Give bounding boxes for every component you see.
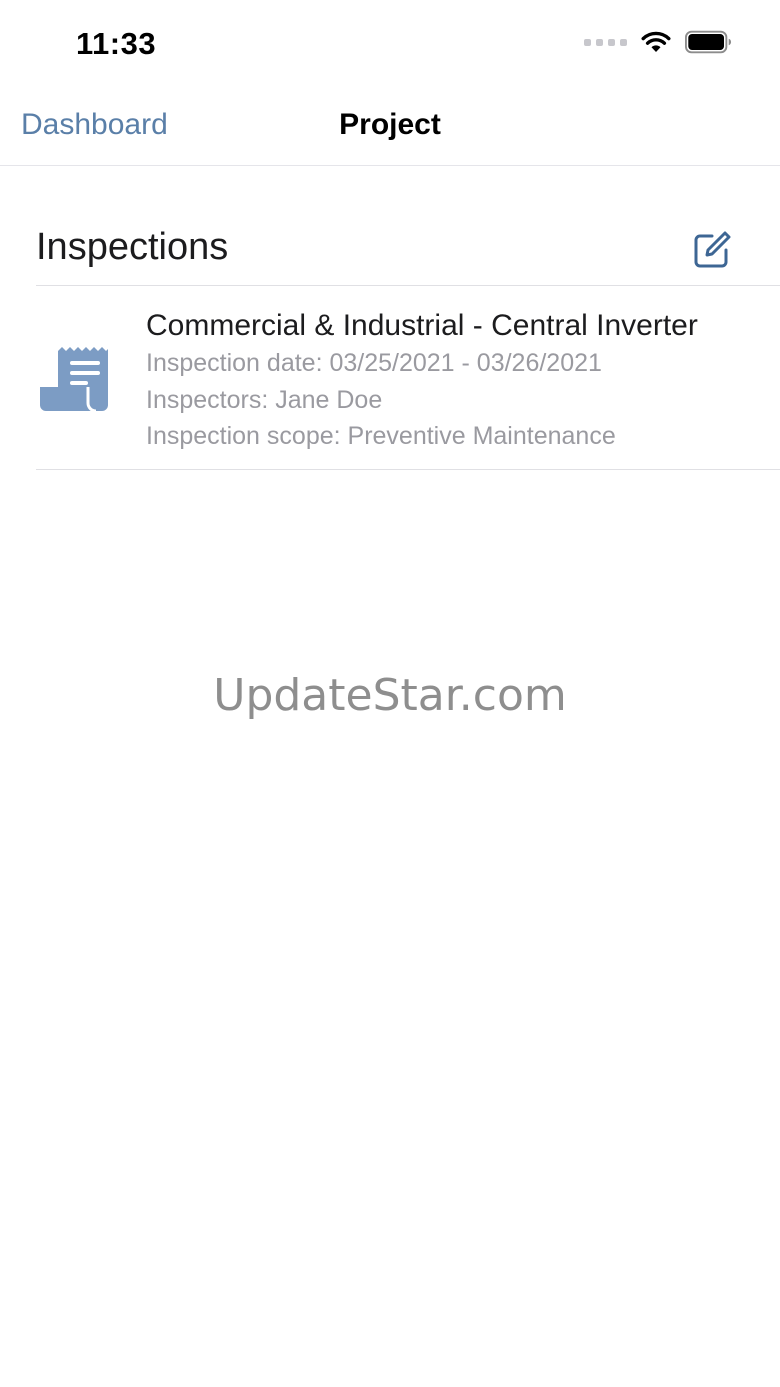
inspection-text: Commercial & Industrial - Central Invert… (146, 307, 770, 455)
watermark: UpdateStar.com (213, 670, 567, 721)
compose-icon[interactable] (692, 230, 732, 270)
signal-icon (584, 38, 627, 46)
inspection-list-item[interactable]: Commercial & Industrial - Central Invert… (36, 287, 780, 470)
status-time: 11:33 (76, 26, 157, 61)
inspection-title: Commercial & Industrial - Central Invert… (146, 309, 698, 342)
inspection-scope: Inspection scope: Preventive Maintenance (146, 422, 616, 450)
wifi-icon (641, 31, 671, 52)
battery-icon (685, 30, 732, 54)
status-icons (584, 30, 732, 54)
inspections-section-header: Inspections (36, 222, 780, 286)
page-title: Project (339, 108, 441, 141)
navigation-bar: Dashboard Project (0, 90, 780, 166)
status-bar: 11:33 (0, 0, 780, 90)
inspection-date: Inspection date: 03/25/2021 - 03/26/2021 (146, 349, 602, 377)
inspection-inspectors: Inspectors: Jane Doe (146, 385, 383, 414)
document-scroll-icon (40, 347, 108, 411)
section-title: Inspections (36, 226, 229, 268)
project-screen: 11:33 Dashboard Project Inspections Comm… (0, 0, 780, 1387)
